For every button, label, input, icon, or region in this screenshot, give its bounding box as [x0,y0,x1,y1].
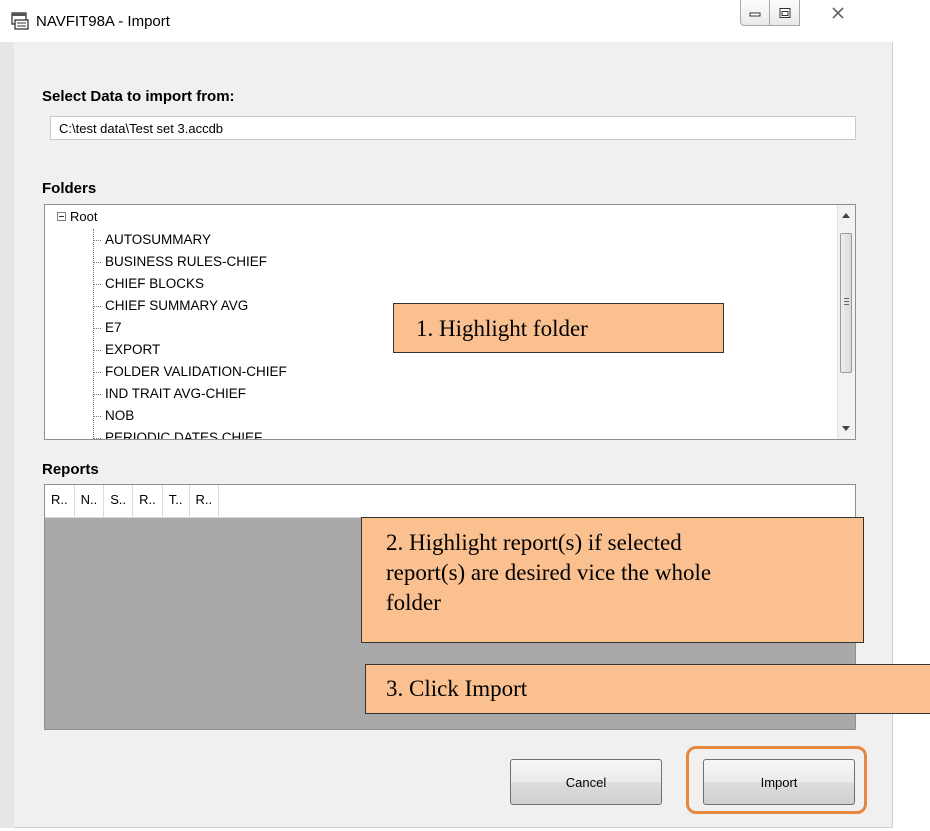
callout-step-1-text: 1. Highlight folder [416,316,588,341]
callout-step-3-text: 3. Click Import [386,676,528,701]
callout-step-3: 3. Click Import [365,664,930,714]
minimize-button[interactable] [740,0,770,26]
callout-step-1: 1. Highlight folder [393,303,724,353]
folder-list: AUTOSUMMARY BUSINESS RULES-CHIEF CHIEF B… [93,229,287,439]
app-window-icon [10,11,30,31]
folder-item[interactable]: CHIEF BLOCKS [93,273,287,295]
folder-item[interactable]: BUSINESS RULES-CHIEF [93,251,287,273]
callout-step-2-line: 2. Highlight report(s) if selected [386,530,682,555]
maximize-button[interactable] [770,0,800,26]
folder-item[interactable]: EXPORT [93,339,287,361]
folder-item[interactable]: NOB [93,405,287,427]
folders-label: Folders [42,180,97,197]
column-header[interactable]: N.. [75,485,105,517]
column-header[interactable]: R.. [190,485,220,517]
cancel-button[interactable]: Cancel [510,759,662,805]
callout-step-2: 2. Highlight report(s) if selected repor… [361,517,864,643]
title-bar[interactable]: NAVFIT98A - Import [0,0,893,42]
folder-item[interactable]: PERIODIC DATES CHIEF [93,427,287,439]
source-label: Select Data to import from: [42,88,235,105]
tree-collapse-icon[interactable] [57,212,66,221]
callout-step-2-line: report(s) are desired vice the whole [386,560,712,585]
folder-item[interactable]: FOLDER VALIDATION-CHIEF [93,361,287,383]
import-highlight-ring [686,746,867,814]
close-button[interactable] [815,0,861,26]
tree-root-label: Root [70,209,98,224]
maximize-icon [779,7,790,18]
close-icon [832,7,844,19]
folder-item[interactable]: E7 [93,317,287,339]
callout-step-2-line: folder [386,590,441,615]
scroll-up-icon[interactable] [842,213,850,218]
folders-scrollbar[interactable] [837,205,855,439]
reports-label: Reports [42,461,99,478]
column-header[interactable]: R.. [45,485,75,517]
minimize-icon [749,12,761,16]
source-path-field[interactable] [50,116,856,140]
reports-header-row: R.. N.. S.. R.. T.. R.. [45,485,855,518]
column-header[interactable]: S.. [104,485,134,517]
scroll-down-icon[interactable] [842,426,850,431]
column-header[interactable]: T.. [163,485,190,517]
folder-item[interactable]: IND TRAIT AVG-CHIEF [93,383,287,405]
folder-item[interactable]: AUTOSUMMARY [93,229,287,251]
tree-root-node[interactable]: Root [57,209,97,224]
column-header[interactable]: R.. [133,485,163,517]
scroll-thumb[interactable] [840,233,852,373]
folder-item[interactable]: CHIEF SUMMARY AVG [93,295,287,317]
window-title: NAVFIT98A - Import [36,13,170,30]
left-edge [0,42,14,828]
